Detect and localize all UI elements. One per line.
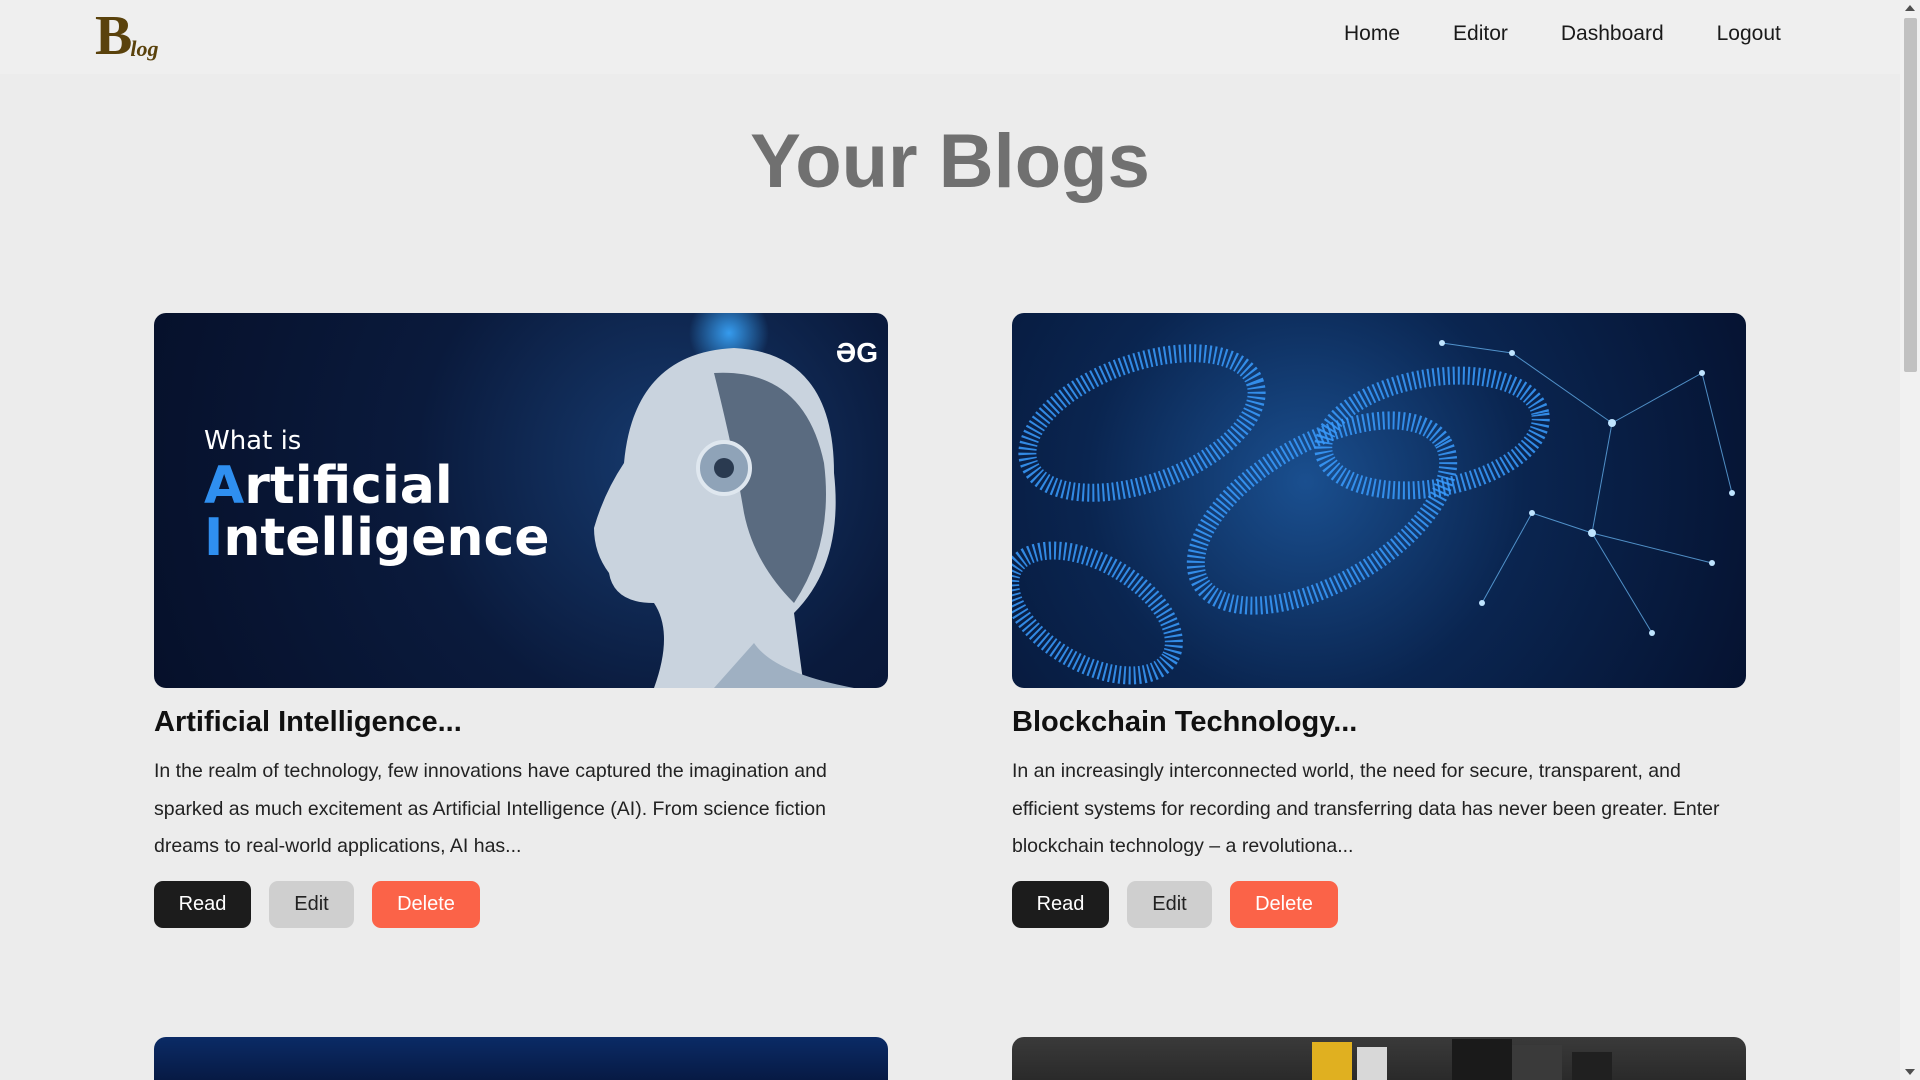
read-button[interactable]: Read: [1012, 880, 1109, 928]
thumb-brand-logo: ƏG: [835, 337, 878, 368]
blog-card-4: [1012, 1037, 1746, 1080]
read-button[interactable]: Read: [154, 880, 251, 928]
blog-thumbnail-4[interactable]: [1012, 1037, 1746, 1080]
thumb-line3b: ntelligence: [223, 508, 550, 568]
scroll-up-icon[interactable]: [1905, 5, 1915, 11]
nav-dashboard[interactable]: Dashboard: [1561, 22, 1664, 46]
card-actions: Read Edit Delete: [1012, 880, 1746, 928]
scroll-down-icon[interactable]: [1905, 1069, 1915, 1075]
blog-title: Artificial Intelligence...: [154, 706, 462, 738]
blog-card-3: [154, 1037, 888, 1080]
edit-button[interactable]: Edit: [1127, 880, 1212, 928]
blog-excerpt: In the realm of technology, few innovati…: [154, 760, 827, 857]
logo-small: log: [130, 36, 159, 61]
blog-title: Blockchain Technology...: [1012, 706, 1358, 738]
thumb-line2b: rtificial: [244, 456, 453, 516]
blog-excerpt: In an increasingly interconnected world,…: [1012, 760, 1720, 857]
chain-network-illustration: [1012, 340, 1735, 685]
edit-button[interactable]: Edit: [269, 880, 354, 928]
page-scrollbar[interactable]: [1900, 0, 1920, 1080]
nav-logout[interactable]: Logout: [1717, 22, 1781, 46]
delete-button[interactable]: Delete: [1230, 880, 1338, 928]
delete-button[interactable]: Delete: [372, 880, 480, 928]
blog-card-ai: What is Artificial Intelligence ƏG Artif…: [154, 313, 888, 928]
blog-thumbnail-ai[interactable]: What is Artificial Intelligence ƏG: [154, 313, 888, 688]
thumb-line1: What is: [204, 426, 302, 456]
thumb-line2a: A: [204, 456, 245, 516]
page-title: Your Blogs: [750, 119, 1150, 204]
server-illustration: [1312, 1039, 1612, 1080]
blog-logo[interactable]: B log: [95, 8, 158, 64]
navbar: B log Home Editor Dashboard Logout: [0, 0, 1900, 74]
thumb-line3a: I: [204, 508, 224, 568]
thumb-heading: Artificial Intelligence: [204, 460, 550, 564]
nav-editor[interactable]: Editor: [1453, 22, 1508, 46]
nav-home[interactable]: Home: [1344, 22, 1400, 46]
blog-card-blockchain: Blockchain Technology... In an increasin…: [1012, 313, 1746, 928]
logo-big: B: [95, 5, 133, 67]
nav-links: Home Editor Dashboard Logout: [1344, 22, 1834, 46]
blog-thumbnail-blockchain[interactable]: [1012, 313, 1746, 688]
blog-thumbnail-3[interactable]: [154, 1037, 888, 1080]
card-actions: Read Edit Delete: [154, 880, 888, 928]
scrollbar-thumb[interactable]: [1904, 18, 1917, 372]
